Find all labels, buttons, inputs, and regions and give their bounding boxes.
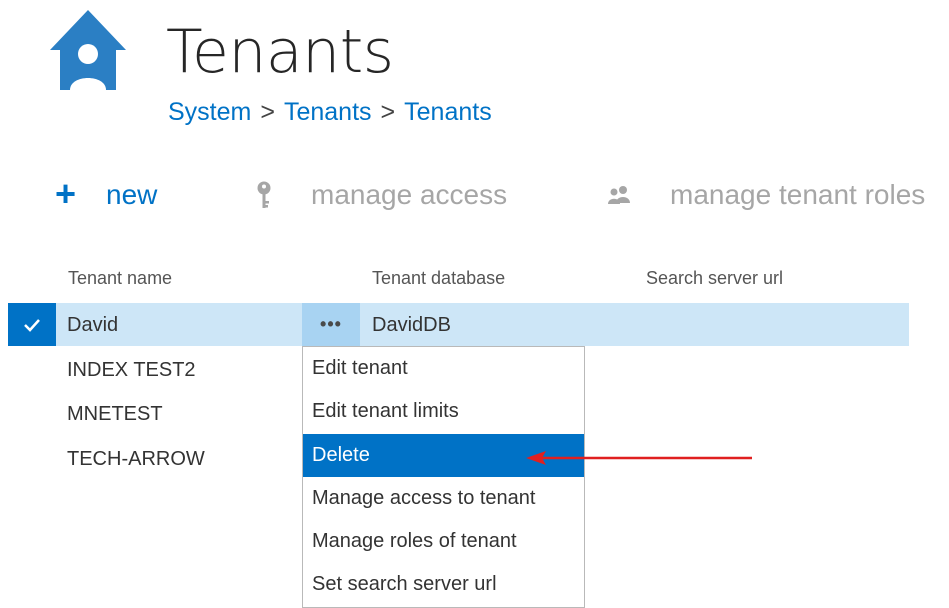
tenant-name-cell[interactable]: TECH-ARROW [67, 447, 205, 471]
column-header-tenant-name[interactable]: Tenant name [68, 266, 172, 290]
menu-item-edit-tenant-limits[interactable]: Edit tenant limits [303, 390, 584, 433]
home-icon [50, 10, 126, 90]
users-icon [606, 185, 632, 205]
tenant-database-cell[interactable]: DavidDB [372, 313, 451, 337]
menu-item-edit-tenant[interactable]: Edit tenant [303, 347, 584, 390]
tenant-name-cell[interactable]: INDEX TEST2 [67, 358, 196, 382]
new-button[interactable]: + new [55, 172, 157, 218]
manage-access-label: manage access [311, 179, 508, 210]
row-menu-button[interactable]: ••• [302, 303, 360, 346]
row-checkbox[interactable] [8, 303, 56, 346]
manage-access-button[interactable]: manage access [255, 172, 507, 218]
plus-icon: + [55, 173, 77, 214]
key-icon [255, 180, 273, 210]
menu-item-manage-access[interactable]: Manage access to tenant [303, 477, 584, 520]
annotation-arrow-icon [526, 451, 752, 465]
row-context-menu: Edit tenant Edit tenant limits Delete Ma… [302, 346, 585, 608]
menu-item-manage-roles[interactable]: Manage roles of tenant [303, 520, 584, 563]
breadcrumb-separator: > [260, 98, 275, 126]
column-header-tenant-database[interactable]: Tenant database [372, 266, 505, 290]
manage-tenant-roles-label: manage tenant roles [670, 179, 926, 210]
menu-item-set-search-server-url[interactable]: Set search server url [303, 563, 584, 606]
column-header-search-server-url[interactable]: Search server url [646, 266, 783, 290]
manage-tenant-roles-button[interactable]: manage tenant roles [606, 172, 925, 218]
new-label: new [106, 179, 158, 210]
page-title: Tenants [166, 17, 394, 87]
tenant-name-cell[interactable]: David [67, 313, 118, 337]
breadcrumb-system[interactable]: System [168, 98, 251, 126]
tenant-name-cell[interactable]: MNETEST [67, 402, 163, 426]
breadcrumb-separator: > [380, 98, 396, 126]
breadcrumb-tenants-current[interactable]: Tenants [404, 98, 492, 126]
breadcrumb-tenants[interactable]: Tenants [284, 98, 372, 126]
checkmark-icon [24, 318, 40, 332]
table-row-selected[interactable] [8, 303, 909, 346]
breadcrumb: System > Tenants > Tenants [168, 96, 492, 128]
